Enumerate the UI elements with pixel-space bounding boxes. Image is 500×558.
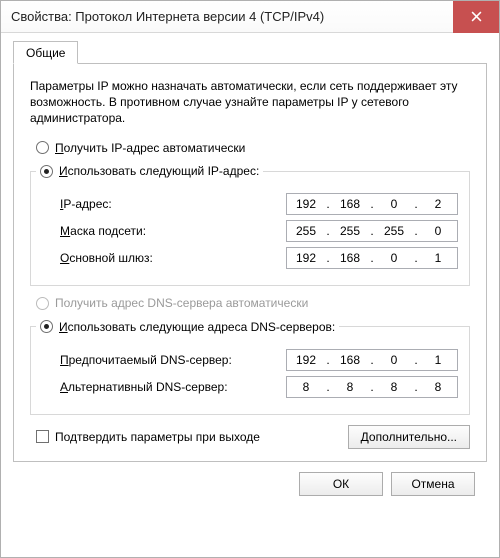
preferred-dns-input[interactable]: 192. 168. 0. 1 — [286, 349, 458, 371]
ip-address-row: IP-адрес: 192. 168. 0. 2 — [60, 193, 458, 215]
subnet-mask-row: Маска подсети: 255. 255. 255. 0 — [60, 220, 458, 242]
ip-manual-radio-row[interactable]: Использовать следующий IP-адрес: — [36, 164, 263, 178]
cancel-button[interactable]: Отмена — [391, 472, 475, 496]
dns-manual-group: Использовать следующие адреса DNS-сервер… — [30, 318, 470, 415]
ok-button[interactable]: ОК — [299, 472, 383, 496]
dns-auto-radio-row: Получить адрес DNS-сервера автоматически — [36, 296, 470, 310]
checkbox-icon — [36, 430, 49, 443]
subnet-mask-input[interactable]: 255. 255. 255. 0 — [286, 220, 458, 242]
validate-on-exit-checkbox[interactable]: Подтвердить параметры при выходе — [36, 430, 260, 444]
gateway-input[interactable]: 192. 168. 0. 1 — [286, 247, 458, 269]
tab-general[interactable]: Общие — [13, 41, 78, 64]
validate-on-exit-label: Подтвердить параметры при выходе — [55, 430, 260, 444]
dialog-actions: ОК Отмена — [13, 462, 487, 496]
alternate-dns-label: Альтернативный DNS-сервер: — [60, 380, 286, 394]
titlebar: Свойства: Протокол Интернета версии 4 (T… — [1, 1, 499, 33]
radio-icon — [36, 141, 49, 154]
dns-manual-radio-row[interactable]: Использовать следующие адреса DNS-сервер… — [36, 320, 339, 334]
close-icon — [471, 11, 482, 22]
advanced-button[interactable]: Дополнительно... — [348, 425, 470, 449]
dns-manual-label: Использовать следующие адреса DNS-сервер… — [59, 320, 335, 334]
gateway-row: Основной шлюз: 192. 168. 0. 1 — [60, 247, 458, 269]
preferred-dns-label: Предпочитаемый DNS-сервер: — [60, 353, 286, 367]
radio-icon — [36, 297, 49, 310]
ip-address-label: IP-адрес: — [60, 197, 286, 211]
bottom-row: Подтвердить параметры при выходе Дополни… — [30, 425, 470, 449]
ip-manual-label: Использовать следующий IP-адрес: — [59, 164, 259, 178]
radio-icon — [40, 320, 53, 333]
alternate-dns-row: Альтернативный DNS-сервер: 8. 8. 8. 8 — [60, 376, 458, 398]
alternate-dns-input[interactable]: 8. 8. 8. 8 — [286, 376, 458, 398]
window-title: Свойства: Протокол Интернета версии 4 (T… — [11, 9, 453, 24]
tab-panel: Параметры IP можно назначать автоматичес… — [13, 63, 487, 462]
description-text: Параметры IP можно назначать автоматичес… — [30, 78, 470, 127]
dns-auto-label: Получить адрес DNS-сервера автоматически — [55, 296, 308, 310]
radio-icon — [40, 165, 53, 178]
subnet-mask-label: Маска подсети: — [60, 224, 286, 238]
tabbar: Общие — [13, 41, 487, 63]
client-area: Общие Параметры IP можно назначать автом… — [1, 33, 499, 506]
ip-auto-label: Получить IP-адрес автоматически — [55, 141, 245, 155]
gateway-label: Основной шлюз: — [60, 251, 286, 265]
close-button[interactable] — [453, 1, 499, 33]
ip-manual-group: Использовать следующий IP-адрес: IP-адре… — [30, 163, 470, 287]
ip-address-input[interactable]: 192. 168. 0. 2 — [286, 193, 458, 215]
preferred-dns-row: Предпочитаемый DNS-сервер: 192. 168. 0. … — [60, 349, 458, 371]
ip-auto-radio-row[interactable]: Получить IP-адрес автоматически — [36, 141, 470, 155]
